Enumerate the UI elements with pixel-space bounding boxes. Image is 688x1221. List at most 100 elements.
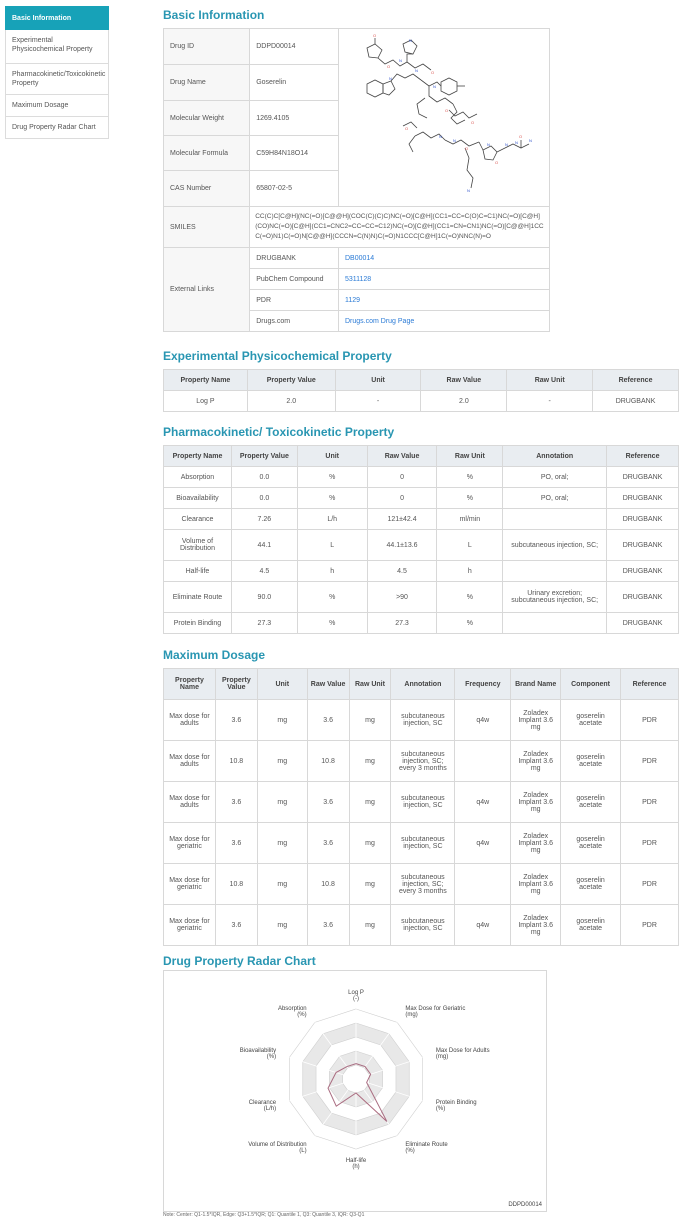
column-header: Component xyxy=(560,668,622,700)
table-cell: 44.1 xyxy=(230,529,298,561)
table-cell: 3.6 xyxy=(306,699,350,741)
table-row: Log P 2.0-2.0- DRUGBANK xyxy=(163,390,679,412)
column-header: Raw Value xyxy=(420,369,508,391)
table-cell: 27.3 xyxy=(230,612,298,634)
table-row: Clearance 7.26 L/h 121±42.4 ml/min DRUGBANK xyxy=(163,508,679,530)
table-row: Volume of Distribution 44.1 L 44.1±13.6 Lsub… xyxy=(163,529,679,561)
table-cell: 0 xyxy=(366,487,438,509)
radar-drug-id: DDPD00014 xyxy=(508,1202,542,1208)
link-name-pdr: PDR xyxy=(249,289,339,311)
sidebar-item-maximum-dosage[interactable]: Maximum Dosage xyxy=(5,95,109,117)
column-header: Raw Unit xyxy=(348,668,392,700)
table-cell: Bioavailability xyxy=(163,487,232,509)
table-cell: 0.0 xyxy=(230,487,298,509)
column-header: Reference xyxy=(620,668,679,700)
column-header: Brand Name xyxy=(510,668,562,700)
table-cell: - xyxy=(506,390,594,412)
radar-axis-unit: (%) xyxy=(436,1106,445,1112)
table-row: Max dose for geriatric 3.6 mg 3.6 mg subcutan… xyxy=(163,822,679,864)
table-cell: mg xyxy=(256,699,308,741)
table-cell: goserelin acetate xyxy=(560,699,622,741)
svg-text:N: N xyxy=(433,84,436,89)
svg-text:O: O xyxy=(431,70,434,75)
table-cell: h xyxy=(436,560,504,582)
column-header: Property Value xyxy=(214,668,258,700)
table-cell: PDR xyxy=(620,781,679,823)
svg-text:N: N xyxy=(389,76,392,81)
table-cell: mg xyxy=(256,781,308,823)
table-cell: q4w xyxy=(454,781,512,823)
table-cell: 3.6 xyxy=(306,904,350,946)
table-cell: ml/min xyxy=(436,508,504,530)
drug-name-label: Drug Name xyxy=(162,64,251,101)
table-cell: mg xyxy=(348,822,392,864)
sidebar-item-radar-chart[interactable]: Drug Property Radar Chart xyxy=(5,117,109,139)
column-header: Raw Unit xyxy=(506,369,594,391)
table-cell: mg xyxy=(348,863,392,905)
svg-text:N: N xyxy=(487,142,490,147)
table-cell: goserelin acetate xyxy=(560,781,622,823)
cas-number-value: 65807-02-5 xyxy=(249,170,339,207)
table-cell: Zoladex Implant 3.6 mg xyxy=(510,781,562,823)
link-pubchem[interactable]: 5311128 xyxy=(345,276,371,283)
link-drugbank[interactable]: DB00014 xyxy=(345,255,374,262)
table-row: Max dose for geriatric 10.8 mg 10.8 mg subcut… xyxy=(163,863,679,905)
maximum-dosage-table: Property Name Property Value Unit Raw Value… xyxy=(163,668,679,946)
table-cell: PO, oral; xyxy=(502,466,608,488)
svg-text:O: O xyxy=(519,134,522,139)
molecule-structure-icon: O O O O O O O O O N N N N N N N N N N N N xyxy=(366,33,532,193)
table-cell: Log P xyxy=(163,390,248,412)
table-cell: L xyxy=(436,529,504,561)
sidebar-item-pk-property[interactable]: Pharmacokinetic/Toxicokinetic Property xyxy=(5,64,109,95)
smiles-value: CC(C)C[C@H](NC(=O)[C@@H](COC(C)(C)C)NC(=… xyxy=(249,206,550,248)
svg-text:O: O xyxy=(445,108,448,113)
table-cell: Zoladex Implant 3.6 mg xyxy=(510,740,562,782)
column-header: Raw Value xyxy=(366,445,438,467)
table-cell: mg xyxy=(256,904,308,946)
table-cell: subcutaneous injection, SC xyxy=(390,904,456,946)
table-cell: PO, oral; xyxy=(502,487,608,509)
table-cell: 10.8 xyxy=(306,863,350,905)
table-cell: subcutaneous injection, SC; every 3 mont… xyxy=(390,740,456,782)
radar-chart-title: Drug Property Radar Chart xyxy=(163,954,316,968)
column-header: Property Name xyxy=(163,445,232,467)
table-cell: subcutaneous injection, SC xyxy=(390,699,456,741)
table-cell: DRUGBANK xyxy=(606,560,679,582)
table-cell: subcutaneous injection, SC; xyxy=(502,529,608,561)
svg-text:O: O xyxy=(373,33,376,38)
radar-chart-panel: Log P (-) Max Dose for Geriatric (mg) Max Do… xyxy=(163,970,547,1212)
table-cell: PDR xyxy=(620,822,679,864)
table-row: Max dose for geriatric 3.6 mg 3.6 mg subcutan… xyxy=(163,904,679,946)
table-cell: Zoladex Implant 3.6 mg xyxy=(510,699,562,741)
table-cell: Max dose for adults xyxy=(163,740,216,782)
table-cell: goserelin acetate xyxy=(560,863,622,905)
table-cell: goserelin acetate xyxy=(560,822,622,864)
column-header: Property Name xyxy=(163,668,216,700)
table-cell: DRUGBANK xyxy=(606,529,679,561)
table-row: Max dose for adults 3.6 mg 3.6 mg subcutaneou… xyxy=(163,699,679,741)
table-cell: % xyxy=(296,487,368,509)
table-cell: L xyxy=(296,529,368,561)
column-header: Reference xyxy=(592,369,679,391)
link-pdr[interactable]: 1129 xyxy=(345,297,360,304)
table-cell: 90.0 xyxy=(230,581,298,613)
table-cell: goserelin acetate xyxy=(560,904,622,946)
external-links-label: External Links xyxy=(162,247,251,332)
table-cell: Max dose for geriatric xyxy=(163,863,216,905)
column-header: Reference xyxy=(606,445,679,467)
table-cell: subcutaneous injection, SC xyxy=(390,781,456,823)
svg-text:N: N xyxy=(439,134,442,139)
table-cell: PDR xyxy=(620,740,679,782)
sidebar-item-basic-information[interactable]: Basic Information xyxy=(5,6,109,30)
link-name-pubchem: PubChem Compound xyxy=(249,268,339,290)
sidebar-item-experimental-property[interactable]: Experimental Physicochemical Property xyxy=(5,30,109,64)
link-drugscom[interactable]: Drugs.com Drug Page xyxy=(345,318,414,325)
table-cell: >90 xyxy=(366,581,438,613)
radar-axis-unit: (%) xyxy=(405,1148,414,1154)
radar-axis-unit: (h) xyxy=(352,1164,359,1170)
radar-axis-unit: (%) xyxy=(297,1012,306,1018)
table-cell: 44.1±13.6 xyxy=(366,529,438,561)
table-cell: q4w xyxy=(454,822,512,864)
svg-text:O: O xyxy=(405,126,408,131)
table-cell: mg xyxy=(348,904,392,946)
